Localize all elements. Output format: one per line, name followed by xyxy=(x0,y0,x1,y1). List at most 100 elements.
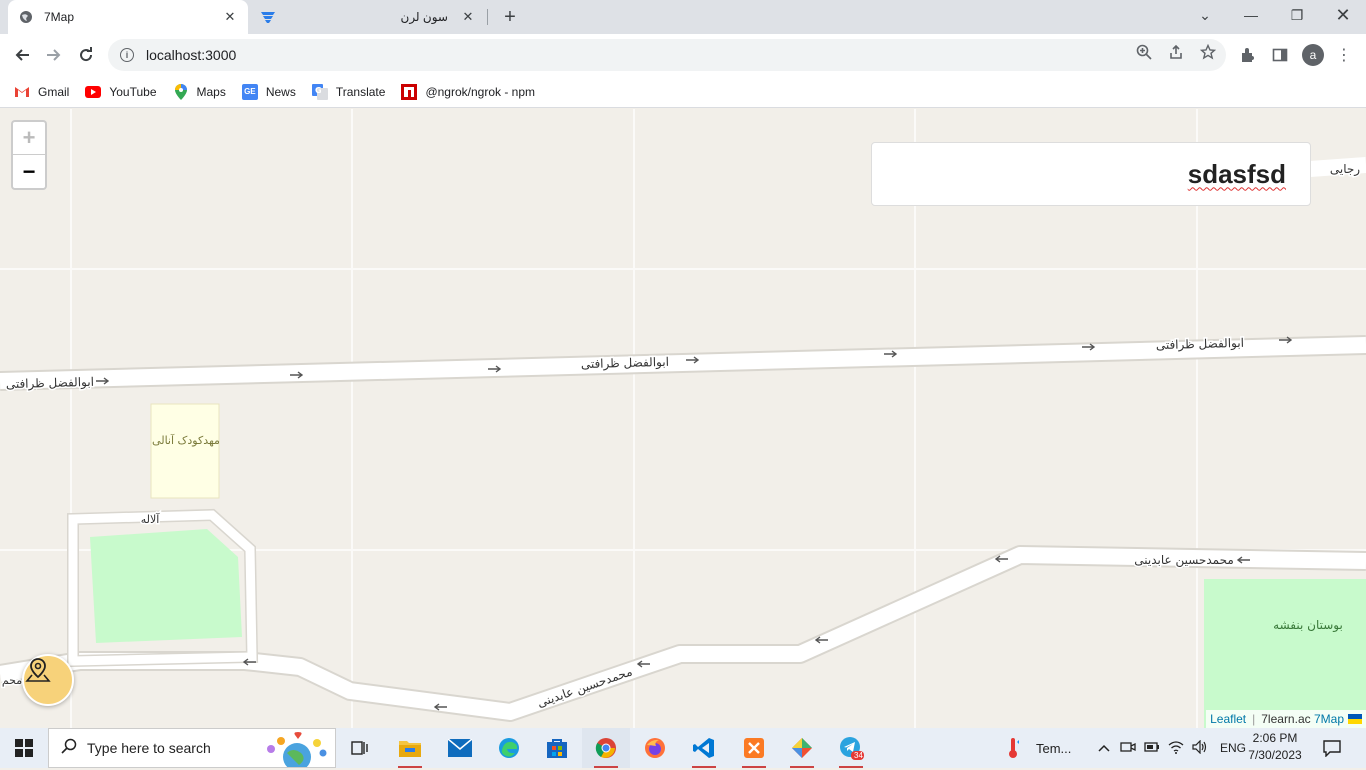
info-text: sdasfsd xyxy=(1187,158,1286,189)
7learn-logo-icon xyxy=(260,9,276,25)
edge-app[interactable] xyxy=(485,728,533,768)
attribution-separator: | xyxy=(1252,712,1256,726)
back-button[interactable] xyxy=(8,41,36,69)
zoom-control: + − xyxy=(11,120,47,190)
file-explorer-app[interactable] xyxy=(386,728,434,768)
zoom-in-button[interactable]: + xyxy=(13,122,45,155)
folder-icon xyxy=(399,741,421,757)
translate-icon: G xyxy=(311,83,328,100)
info-panel: sdasfsd xyxy=(871,142,1311,206)
gmail-icon xyxy=(14,84,30,100)
task-view-button[interactable] xyxy=(336,728,384,768)
browser-toolbar: i localhost:3000 a ⋮ xyxy=(0,34,1366,76)
youtube-icon xyxy=(85,84,102,100)
clock[interactable]: 2:06 PM 7/30/2023 xyxy=(1244,730,1306,764)
language-indicator[interactable]: ENG xyxy=(1220,741,1246,755)
park-label: بوستان بنفشه xyxy=(1273,618,1343,633)
site-text: 7learn.ac xyxy=(1261,712,1311,726)
xampp-app[interactable] xyxy=(730,728,778,768)
leaflet-link[interactable]: Leaflet xyxy=(1210,712,1246,726)
bookmark-youtube[interactable]: YouTube xyxy=(85,84,157,100)
chevron-up-icon[interactable] xyxy=(1098,741,1114,755)
bookmark-translate[interactable]: G Translate xyxy=(311,83,385,100)
telegram-app[interactable]: 34 xyxy=(827,728,875,768)
chrome-app[interactable] xyxy=(582,728,630,768)
zoom-out-button[interactable]: − xyxy=(13,155,45,188)
git-icon xyxy=(792,738,812,758)
close-icon[interactable]: ✕ xyxy=(1320,0,1366,30)
street-label: رجایی xyxy=(1330,162,1360,177)
bookmark-news[interactable]: GE News xyxy=(241,83,296,100)
tab-close-icon[interactable]: ✕ xyxy=(222,9,238,25)
task-view-icon xyxy=(351,741,368,755)
more-menu-icon[interactable]: ⋮ xyxy=(1334,45,1354,65)
search-highlight-icon xyxy=(261,731,329,770)
bookmarks-bar: Gmail YouTube Maps GE News G Translate @… xyxy=(0,76,1366,108)
site-info-icon[interactable]: i xyxy=(120,48,134,62)
search-icon xyxy=(61,738,77,759)
ukraine-flag-icon xyxy=(1348,714,1362,724)
bookmark-gmail[interactable]: Gmail xyxy=(14,84,69,100)
bookmark-label: Gmail xyxy=(38,84,70,99)
map-view[interactable]: ابوالفضل ظرافتی ابوالفضل ظرافتی ابوالفضل… xyxy=(0,109,1366,728)
street-label: ابوالفضل ظرافتی xyxy=(6,375,94,392)
zoom-icon[interactable] xyxy=(1134,42,1154,62)
street-label: محم xyxy=(2,674,22,687)
street-label: محمدحسین عابدینی xyxy=(1134,553,1234,568)
new-tab-button[interactable]: + xyxy=(498,5,522,29)
edge-icon xyxy=(499,738,519,758)
chevron-down-icon[interactable]: ⌄ xyxy=(1182,0,1228,30)
bookmark-maps[interactable]: Maps xyxy=(173,83,226,100)
store-app[interactable] xyxy=(533,728,581,768)
notification-button[interactable] xyxy=(1322,728,1342,768)
firefox-app[interactable] xyxy=(631,728,679,768)
bookmark-label: YouTube xyxy=(109,84,157,99)
bookmark-ngrok[interactable]: @ngrok/ngrok - npm xyxy=(401,83,535,100)
tab-7learn[interactable]: سون لرن ✕ xyxy=(250,0,486,34)
chrome-icon xyxy=(595,738,616,758)
clock-time: 2:06 PM xyxy=(1252,731,1298,745)
side-panel-icon[interactable] xyxy=(1270,45,1290,65)
brand-link[interactable]: 7Map xyxy=(1314,712,1344,726)
clock-date: 7/30/2023 xyxy=(1248,748,1302,762)
alley-label: آلاله xyxy=(141,512,161,526)
search-placeholder: Type here to search xyxy=(87,740,211,756)
telegram-badge: 34 xyxy=(854,751,863,760)
extensions-icon[interactable] xyxy=(1238,45,1258,65)
git-app[interactable] xyxy=(778,728,826,768)
tray-icons: ENG xyxy=(1098,728,1246,768)
tab-separator xyxy=(487,9,488,25)
weather-text: Tem... xyxy=(1036,740,1072,756)
vscode-app[interactable] xyxy=(680,728,728,768)
volume-icon[interactable] xyxy=(1192,739,1210,757)
profile-avatar[interactable]: a xyxy=(1302,44,1324,66)
locate-button[interactable] xyxy=(22,654,74,706)
reload-button[interactable] xyxy=(72,41,100,69)
bookmark-star-icon[interactable] xyxy=(1198,42,1218,62)
battery-icon[interactable] xyxy=(1144,741,1162,756)
address-bar[interactable]: i localhost:3000 xyxy=(108,39,1226,71)
location-pin-icon xyxy=(25,658,51,682)
mail-app[interactable] xyxy=(436,728,484,768)
minimize-icon[interactable]: — xyxy=(1228,0,1274,30)
tab-strip: 7Map ✕ سون لرن ✕ + ⌄ — ❐ ✕ xyxy=(0,0,1366,34)
taskbar: Type here to search 34 Tem... ENG 2:06 P… xyxy=(0,728,1366,770)
windows-logo-icon xyxy=(15,739,33,757)
store-icon xyxy=(547,739,567,758)
windows-start-button[interactable] xyxy=(0,728,48,768)
news-icon: GE xyxy=(241,83,258,100)
forward-button[interactable] xyxy=(40,41,68,69)
share-icon[interactable] xyxy=(1166,42,1186,62)
taskbar-search[interactable]: Type here to search xyxy=(48,728,336,770)
globe-icon xyxy=(18,9,34,25)
meet-now-icon[interactable] xyxy=(1120,740,1138,757)
tab-7map[interactable]: 7Map ✕ xyxy=(8,0,248,34)
wifi-icon[interactable] xyxy=(1168,740,1186,757)
mail-icon xyxy=(448,739,472,757)
tab-title: سون لرن xyxy=(400,10,449,24)
kindergarten-label: مهدکودک آنالی xyxy=(152,433,220,447)
restore-icon[interactable]: ❐ xyxy=(1274,0,1320,30)
weather-widget[interactable]: Tem... xyxy=(1006,728,1071,768)
url-text: localhost:3000 xyxy=(146,47,237,63)
tab-close-icon[interactable]: ✕ xyxy=(460,9,476,25)
